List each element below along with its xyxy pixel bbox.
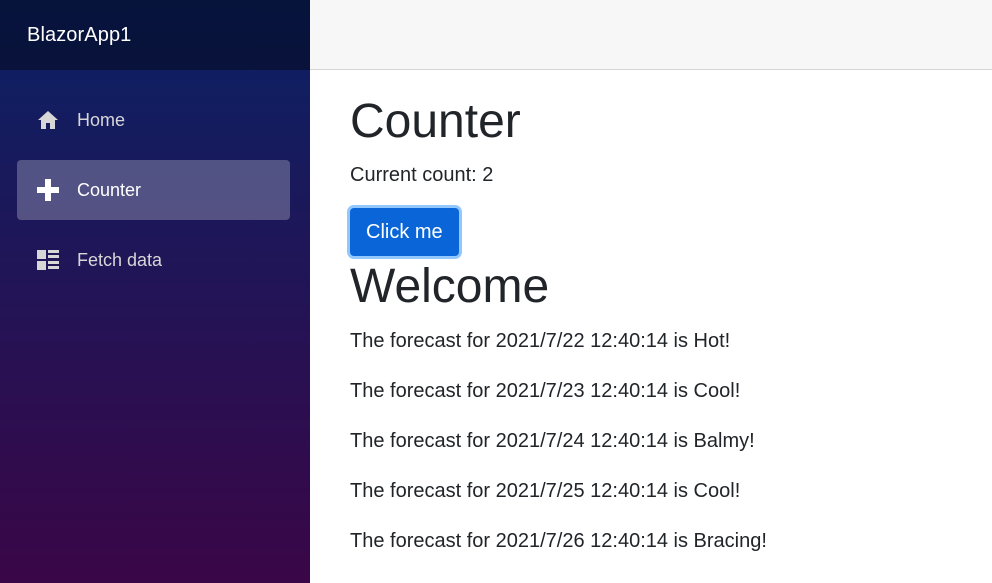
nav-item-label: Fetch data [77, 249, 163, 270]
nav-item-home[interactable]: Home [17, 90, 290, 150]
nav-item-label: Counter [77, 179, 142, 200]
nav-item-label: Home [77, 109, 126, 130]
app-brand[interactable]: BlazorApp1 [27, 24, 131, 47]
nav-menu: Home Counter Fetch data [0, 70, 310, 290]
current-count: Current count: 2 [350, 164, 494, 186]
click-me-button[interactable]: Click me [350, 208, 459, 256]
nav-item-counter[interactable]: Counter [17, 160, 290, 220]
welcome-heading: Welcome [350, 260, 550, 313]
brand-bar: BlazorApp1 [0, 0, 310, 70]
home-icon [36, 108, 60, 132]
main-area: Counter Current count: 2 Click me Welcom… [310, 0, 992, 583]
forecast-list: The forecast for 2021/7/22 12:40:14 is H… [350, 329, 992, 579]
forecast-item: The forecast for 2021/7/23 12:40:14 is C… [350, 380, 741, 402]
forecast-item: The forecast for 2021/7/24 12:40:14 is B… [350, 430, 755, 452]
nav-item-fetch-data[interactable]: Fetch data [17, 230, 290, 290]
forecast-item: The forecast for 2021/7/26 12:40:14 is B… [350, 530, 767, 552]
plus-icon [36, 178, 60, 202]
page-title: Counter [350, 95, 521, 148]
forecast-item: The forecast for 2021/7/25 12:40:14 is C… [350, 480, 741, 502]
app-root: BlazorApp1 Home Counter Fetch data Count… [0, 0, 992, 583]
list-rich-icon [36, 248, 60, 272]
page-content: Counter Current count: 2 Click me Welcom… [310, 70, 992, 579]
sidebar: BlazorApp1 Home Counter Fetch data [0, 0, 310, 583]
top-row [310, 0, 992, 70]
forecast-item: The forecast for 2021/7/22 12:40:14 is H… [350, 330, 731, 352]
